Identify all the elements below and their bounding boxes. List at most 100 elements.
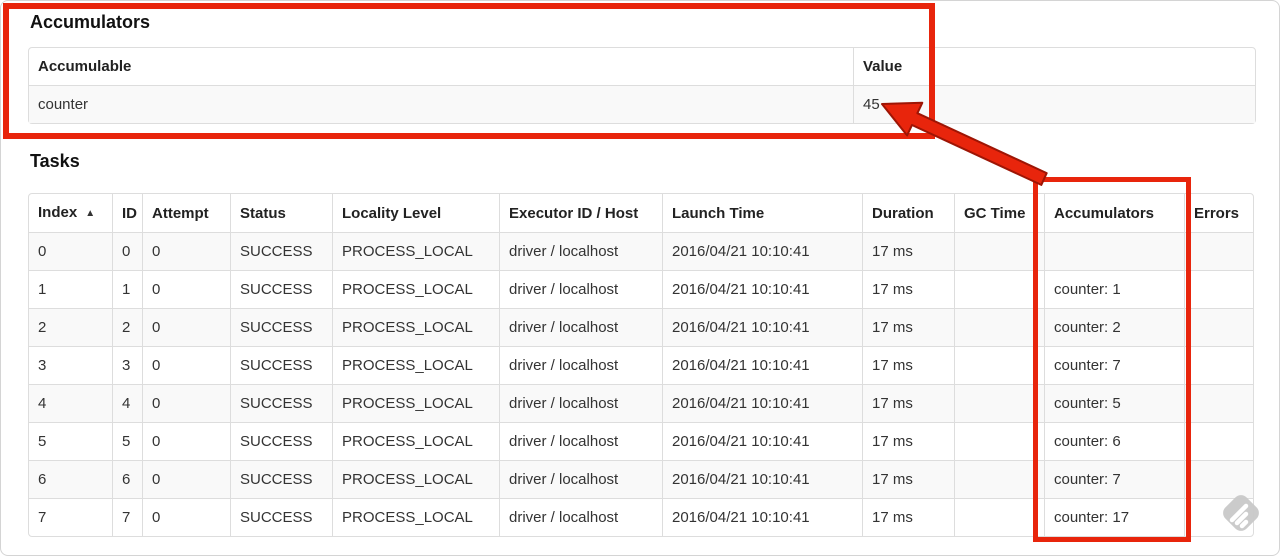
table-row: 2 2 0 SUCCESS PROCESS_LOCAL driver / localhos… (29, 308, 1253, 346)
table-cell: PROCESS_LOCAL (332, 232, 499, 270)
table-cell (1184, 308, 1253, 346)
column-header-value[interactable]: Value (853, 48, 1255, 85)
table-cell: 0 (142, 498, 230, 536)
accumulators-table: Accumulable Value counter 45 (28, 47, 1256, 124)
column-header-locality-level[interactable]: Locality Level (332, 194, 499, 232)
table-cell: SUCCESS (230, 346, 332, 384)
table-cell: 0 (142, 232, 230, 270)
table-cell: 17 ms (862, 346, 954, 384)
table-cell: 0 (29, 232, 112, 270)
table-cell: SUCCESS (230, 422, 332, 460)
table-cell: driver / localhost (499, 384, 662, 422)
table-cell: 6 (112, 460, 142, 498)
table-cell: 0 (142, 384, 230, 422)
table-cell: counter: 5 (1044, 384, 1184, 422)
watermark-icon (1223, 495, 1259, 531)
table-cell (1184, 384, 1253, 422)
table-cell: 5 (112, 422, 142, 460)
table-cell: PROCESS_LOCAL (332, 498, 499, 536)
table-cell: 17 ms (862, 422, 954, 460)
column-header-index[interactable]: Index ▲ (29, 194, 112, 232)
table-cell: SUCCESS (230, 270, 332, 308)
tasks-heading: Tasks (30, 151, 80, 171)
table-cell: PROCESS_LOCAL (332, 346, 499, 384)
column-header-launch-time[interactable]: Launch Time (662, 194, 862, 232)
table-cell: 5 (29, 422, 112, 460)
table-row: 7 7 0 SUCCESS PROCESS_LOCAL driver / localhos… (29, 498, 1253, 536)
table-cell (954, 232, 1044, 270)
table-cell: PROCESS_LOCAL (332, 270, 499, 308)
table-cell: 3 (112, 346, 142, 384)
table-cell: 17 ms (862, 270, 954, 308)
table-cell: counter: 7 (1044, 346, 1184, 384)
table-cell: SUCCESS (230, 232, 332, 270)
accumulable-value-cell: 45 (853, 85, 1255, 123)
table-row: 6 6 0 SUCCESS PROCESS_LOCAL driver / localhos… (29, 460, 1253, 498)
table-cell: 4 (29, 384, 112, 422)
table-cell: 17 ms (862, 232, 954, 270)
column-header-duration[interactable]: Duration (862, 194, 954, 232)
column-header-id[interactable]: ID (112, 194, 142, 232)
table-cell: 17 ms (862, 384, 954, 422)
table-cell (954, 346, 1044, 384)
column-header-errors[interactable]: Errors (1184, 194, 1253, 232)
table-cell (1184, 346, 1253, 384)
table-cell: 0 (142, 422, 230, 460)
table-cell: PROCESS_LOCAL (332, 384, 499, 422)
table-cell: counter: 6 (1044, 422, 1184, 460)
table-cell: driver / localhost (499, 346, 662, 384)
table-cell (954, 498, 1044, 536)
column-header-status[interactable]: Status (230, 194, 332, 232)
table-cell: 2016/04/21 10:10:41 (662, 308, 862, 346)
tasks-table-body: 0 0 0 SUCCESS PROCESS_LOCAL driver / localhos… (29, 232, 1253, 536)
table-cell: PROCESS_LOCAL (332, 308, 499, 346)
table-header-row: Index ▲ ID Attempt Status Locality Level … (29, 194, 1253, 232)
column-header-index-label: Index (38, 204, 78, 221)
table-cell: counter: 2 (1044, 308, 1184, 346)
table-cell: 7 (112, 498, 142, 536)
table-cell: SUCCESS (230, 460, 332, 498)
table-header-row: Accumulable Value (29, 48, 1255, 85)
table-cell: 0 (142, 308, 230, 346)
table-row: counter 45 (29, 85, 1255, 123)
table-cell: driver / localhost (499, 422, 662, 460)
table-cell: 1 (29, 270, 112, 308)
table-cell (954, 384, 1044, 422)
table-cell: 0 (142, 270, 230, 308)
table-cell: counter: 1 (1044, 270, 1184, 308)
browser-viewport: Accumulators Accumulable Value counter 4… (0, 0, 1280, 556)
table-cell (954, 270, 1044, 308)
table-cell: 0 (142, 346, 230, 384)
column-header-accumulators[interactable]: Accumulators (1044, 194, 1184, 232)
table-cell: 2 (29, 308, 112, 346)
table-cell: driver / localhost (499, 460, 662, 498)
column-header-gc-time[interactable]: GC Time (954, 194, 1044, 232)
column-header-accumulable[interactable]: Accumulable (29, 48, 853, 85)
column-header-executor-id-host[interactable]: Executor ID / Host (499, 194, 662, 232)
table-cell: SUCCESS (230, 308, 332, 346)
table-row: 4 4 0 SUCCESS PROCESS_LOCAL driver / localhos… (29, 384, 1253, 422)
table-row: 3 3 0 SUCCESS PROCESS_LOCAL driver / localhos… (29, 346, 1253, 384)
table-cell: 2016/04/21 10:10:41 (662, 232, 862, 270)
table-cell: driver / localhost (499, 308, 662, 346)
table-cell: 17 ms (862, 498, 954, 536)
table-row: 1 1 0 SUCCESS PROCESS_LOCAL driver / localhos… (29, 270, 1253, 308)
column-header-attempt[interactable]: Attempt (142, 194, 230, 232)
table-cell: 1 (112, 270, 142, 308)
table-cell: driver / localhost (499, 270, 662, 308)
table-row: 5 5 0 SUCCESS PROCESS_LOCAL driver / localhos… (29, 422, 1253, 460)
table-cell: 2016/04/21 10:10:41 (662, 384, 862, 422)
accumulable-name-cell: counter (29, 85, 853, 123)
table-cell: 3 (29, 346, 112, 384)
table-cell: SUCCESS (230, 384, 332, 422)
table-cell: driver / localhost (499, 232, 662, 270)
table-cell (1044, 232, 1184, 270)
accumulators-heading: Accumulators (30, 12, 151, 32)
sort-ascending-icon: ▲ (85, 208, 96, 219)
table-cell: 2016/04/21 10:10:41 (662, 422, 862, 460)
table-cell (954, 308, 1044, 346)
tasks-table: Index ▲ ID Attempt Status Locality Level … (28, 193, 1254, 537)
table-cell: counter: 17 (1044, 498, 1184, 536)
table-cell: 0 (142, 460, 230, 498)
table-cell: 17 ms (862, 460, 954, 498)
